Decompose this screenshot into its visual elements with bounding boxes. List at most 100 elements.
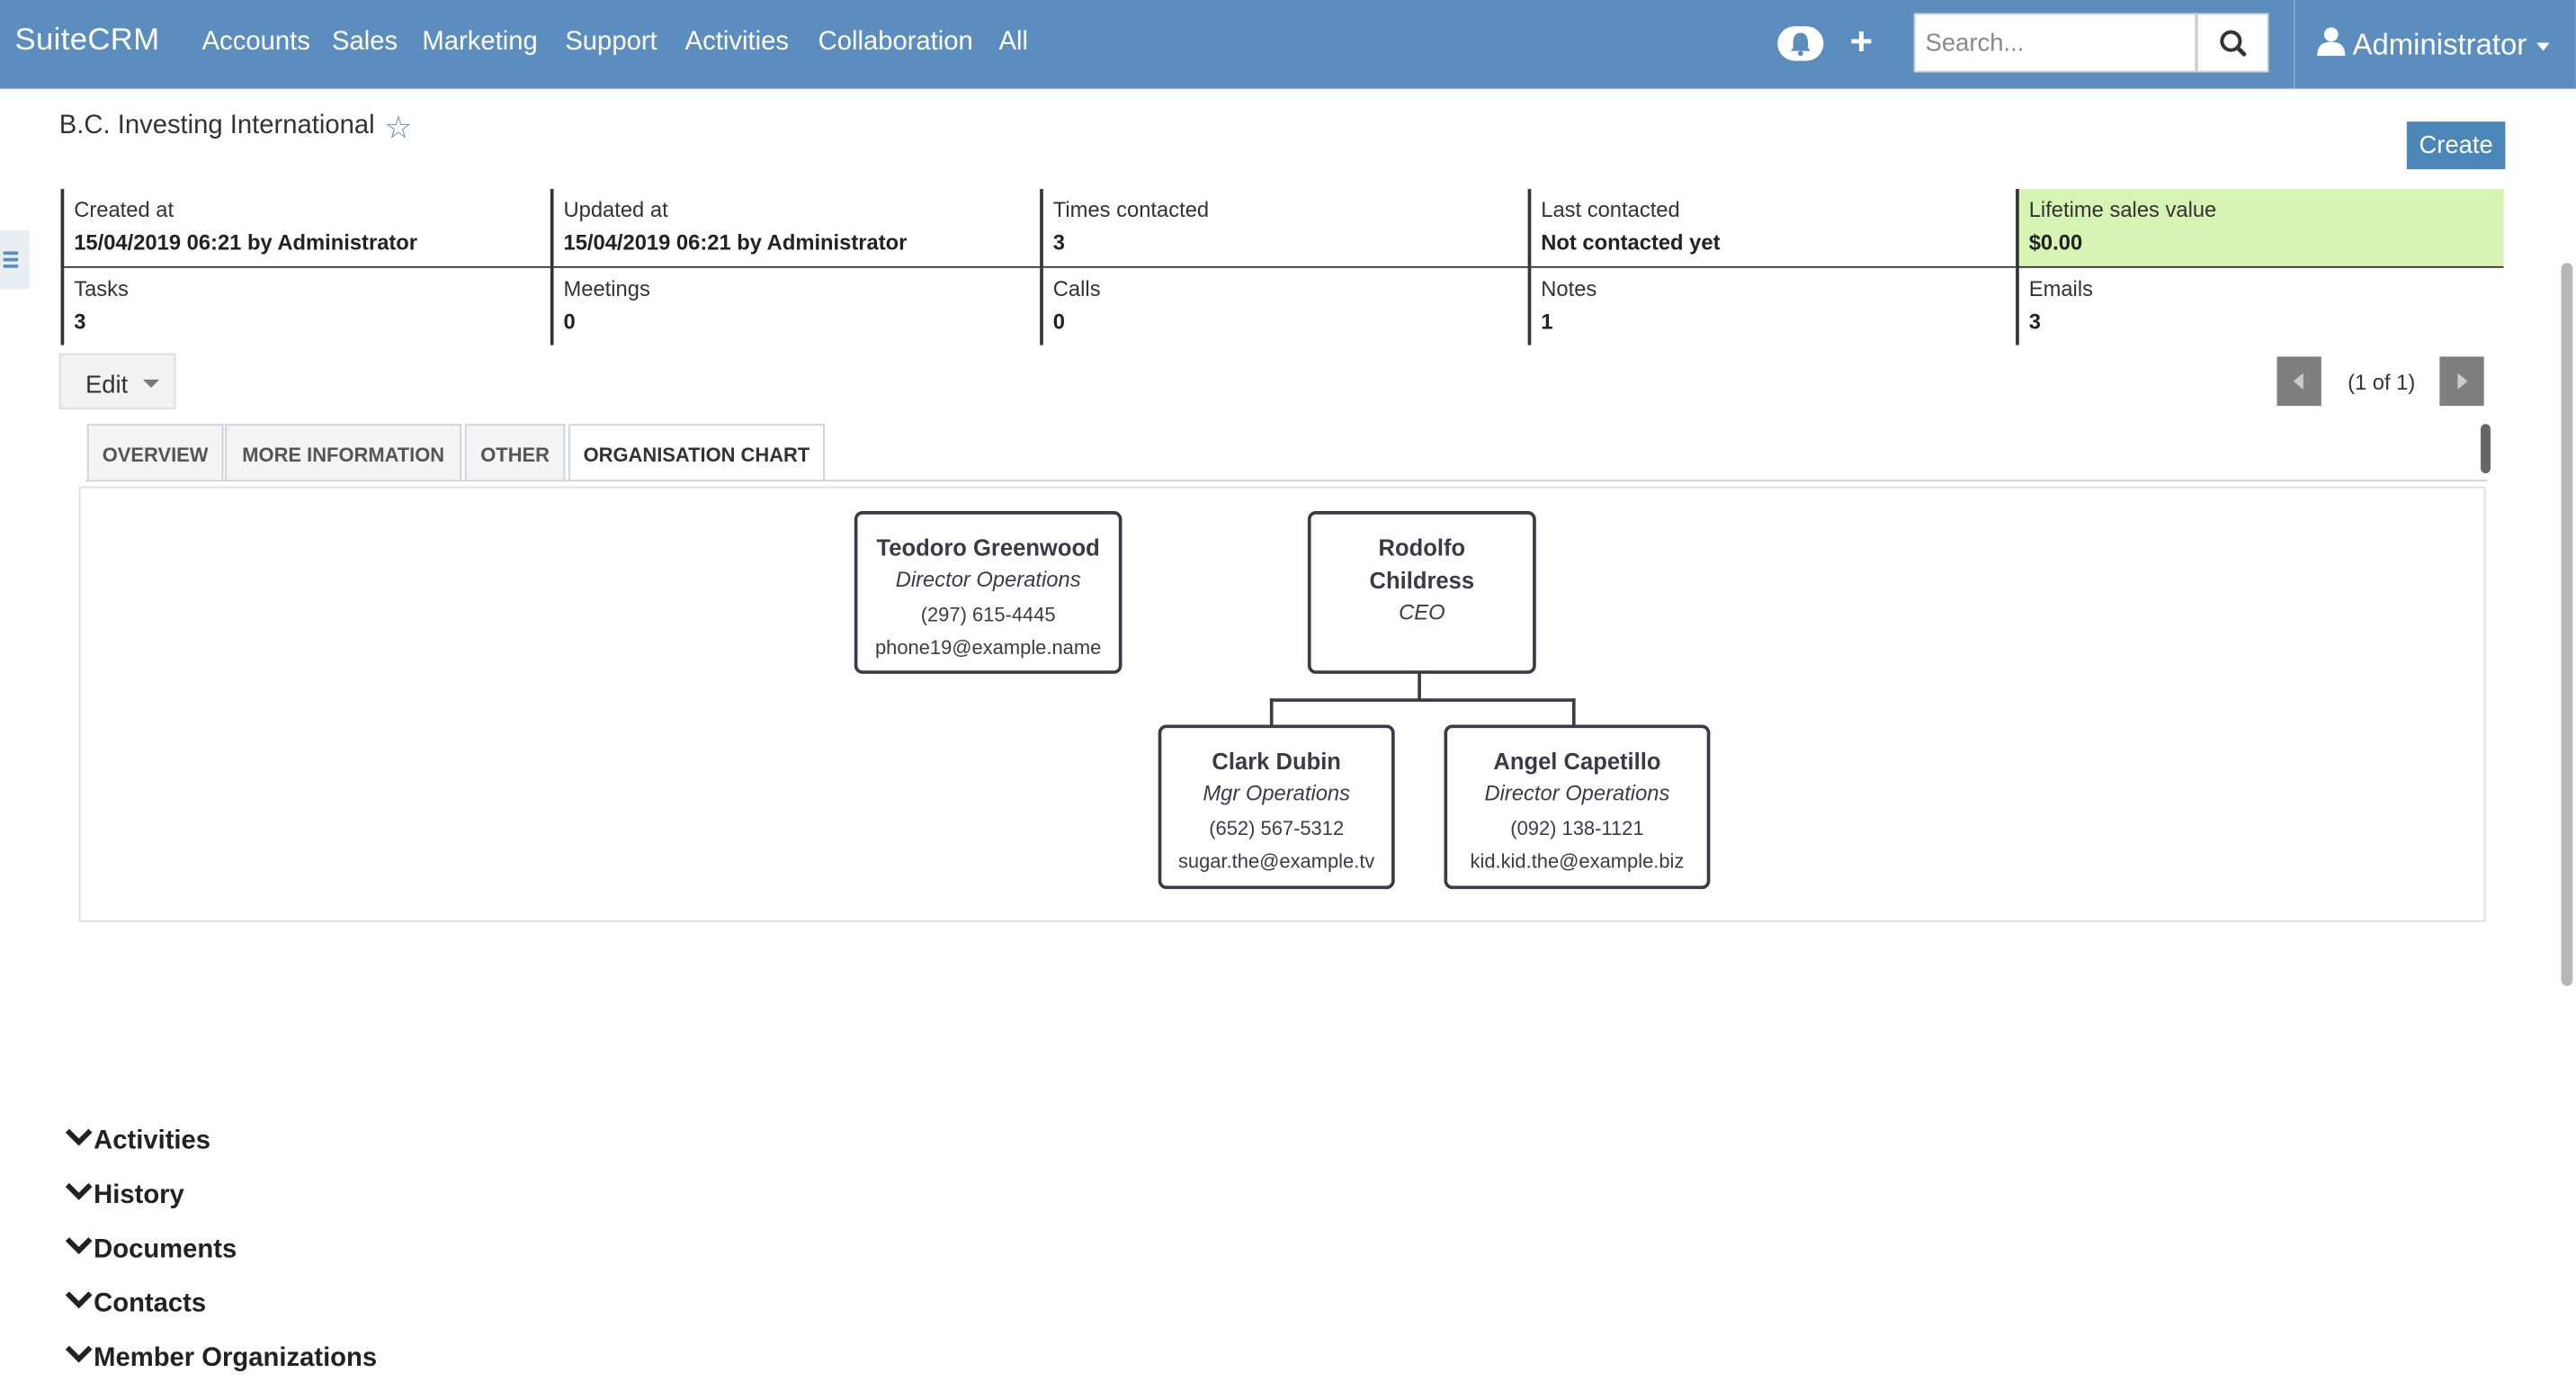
arrow-left-icon (2293, 372, 2303, 390)
org-card-name: Teodoro Greenwood (876, 534, 1100, 561)
org-card-email: phone19@example.name (874, 635, 1102, 660)
search-button[interactable] (2196, 13, 2269, 73)
nav-sales[interactable]: Sales (332, 28, 398, 58)
chevron-down-icon (64, 1234, 94, 1262)
stat-last-contacted: Last contacted Not contacted yet (1527, 189, 2017, 268)
chevron-down-icon (64, 1288, 94, 1316)
subpanel-contacts[interactable]: Contacts (64, 1288, 206, 1320)
org-card-name-line2: Childress (1369, 567, 1475, 594)
stat-value: $0.00 (2028, 229, 2083, 256)
org-card-angel-capetillo[interactable]: Angel Capetillo Director Operations (092… (1444, 724, 1711, 890)
stat-label: Created at (74, 197, 174, 222)
user-icon (2317, 27, 2346, 57)
notifications-bell-icon[interactable] (1777, 26, 1824, 61)
stat-tasks: Tasks 3 (60, 267, 550, 346)
next-record-button[interactable] (2439, 356, 2484, 407)
nav-accounts[interactable]: Accounts (202, 28, 310, 58)
subpanel-documents[interactable]: Documents (64, 1234, 237, 1266)
chevron-down-icon (64, 1342, 94, 1370)
pagination-info: (1 of 1) (2348, 369, 2416, 395)
subpanel-history[interactable]: History (64, 1180, 184, 1211)
stat-label: Times contacted (1052, 197, 1210, 222)
brand-logo[interactable]: SuiteCRM (14, 23, 159, 59)
stat-label: Lifetime sales value (2028, 197, 2217, 222)
nav-all[interactable]: All (999, 28, 1028, 58)
hamburger-icon-bar (3, 257, 19, 262)
org-card-phone: (652) 567-5312 (1209, 816, 1345, 840)
nav-activities[interactable]: Activities (685, 28, 789, 58)
org-card-name: Angel Capetillo (1493, 748, 1661, 775)
user-name: Administrator (2352, 28, 2527, 61)
stat-value: Not contacted yet (1541, 229, 1721, 256)
org-card-teodoro-greenwood[interactable]: Teodoro Greenwood Director Operations (2… (854, 511, 1123, 674)
org-card-name: Rodolfo Childress (1311, 531, 1534, 597)
subpanel-title: Activities (94, 1126, 211, 1156)
tab-overview[interactable]: OVERVIEW (86, 424, 224, 480)
org-card-role: Mgr Operations (1203, 780, 1351, 805)
stat-value: 15/04/2019 06:21 by Administrator (563, 229, 908, 256)
stat-meetings: Meetings 0 (550, 267, 1040, 346)
org-card-role: Director Operations (1484, 780, 1670, 805)
page-scrollbar[interactable] (2561, 263, 2573, 986)
hamburger-icon (3, 251, 19, 256)
user-menu[interactable]: Administrator (2316, 26, 2527, 62)
org-card-role: Director Operations (895, 567, 1081, 592)
stat-label: Tasks (74, 275, 129, 301)
stat-created: Created at 15/04/2019 06:21 by Administr… (60, 189, 550, 268)
org-card-name: Clark Dubin (1212, 748, 1341, 775)
tab-more-information[interactable]: MORE INFORMATION (225, 424, 462, 480)
hamburger-icon-bar (3, 265, 19, 268)
nav-collaboration[interactable]: Collaboration (818, 28, 973, 58)
create-button[interactable]: Create (2406, 121, 2506, 170)
record-title: B.C. Investing International (58, 112, 375, 140)
org-connector-line (1571, 698, 1576, 727)
chevron-down-icon (64, 1126, 94, 1153)
org-connector-line (1269, 698, 1576, 702)
stat-notes: Notes 1 (1527, 267, 2016, 346)
top-navbar: SuiteCRM Accounts Sales Marketing Suppor… (0, 0, 2576, 89)
previous-record-button[interactable] (2276, 356, 2321, 407)
org-connector-line (1269, 698, 1274, 727)
favorite-star-icon[interactable]: ☆ (384, 110, 412, 148)
stat-label: Emails (2028, 275, 2093, 301)
nav-divider (2293, 0, 2295, 89)
tab-other[interactable]: OTHER (464, 424, 566, 480)
org-card-name-line1: Rodolfo (1378, 534, 1466, 561)
org-card-email: sugar.the@example.tv (1177, 849, 1375, 873)
org-card-clark-dubin[interactable]: Clark Dubin Mgr Operations (652) 567-531… (1158, 724, 1395, 890)
tab-organisation-chart[interactable]: ORGANISATION CHART (568, 424, 825, 480)
subpanel-title: History (94, 1181, 184, 1210)
subpanel-title: Documents (94, 1235, 237, 1264)
org-card-phone: (092) 138-1121 (1510, 816, 1644, 840)
stat-emails: Emails 3 (2016, 267, 2503, 346)
tab-divider (85, 480, 2488, 482)
stat-label: Notes (1541, 275, 1597, 301)
subpanel-title: Contacts (94, 1289, 207, 1318)
tab-scroll-handle[interactable] (2481, 424, 2491, 474)
user-menu-caret-icon[interactable] (2536, 42, 2550, 51)
search-icon (2220, 30, 2247, 57)
stat-value: 3 (1052, 229, 1066, 256)
subpanel-title: Member Organizations (94, 1344, 378, 1373)
subpanel-member-organizations[interactable]: Member Organizations (64, 1342, 377, 1374)
stat-lifetime-sales: Lifetime sales value $0.00 (2016, 189, 2504, 268)
edit-label: Edit (85, 371, 129, 399)
quick-create-plus-icon[interactable]: + (1850, 20, 1874, 66)
nav-support[interactable]: Support (565, 28, 657, 58)
sidebar-toggle[interactable] (0, 229, 30, 290)
nav-marketing[interactable]: Marketing (422, 28, 537, 58)
org-card-phone: (297) 615-4445 (920, 603, 1056, 626)
stat-value: 0 (563, 309, 576, 334)
stat-value: 3 (74, 309, 86, 334)
org-card-email: kid.kid.the@example.biz (1470, 849, 1685, 873)
subpanel-activities[interactable]: Activities (64, 1126, 210, 1157)
chevron-down-icon (64, 1180, 94, 1207)
arrow-right-icon (2457, 372, 2468, 390)
edit-dropdown-button[interactable]: Edit (58, 353, 176, 409)
stat-value: 3 (2028, 309, 2041, 334)
stat-label: Calls (1052, 275, 1101, 301)
stat-value: 1 (1541, 309, 1553, 334)
search-input[interactable] (1913, 13, 2197, 73)
org-card-rodolfo-childress[interactable]: Rodolfo Childress CEO (1307, 511, 1536, 674)
stat-label: Updated at (563, 197, 668, 222)
